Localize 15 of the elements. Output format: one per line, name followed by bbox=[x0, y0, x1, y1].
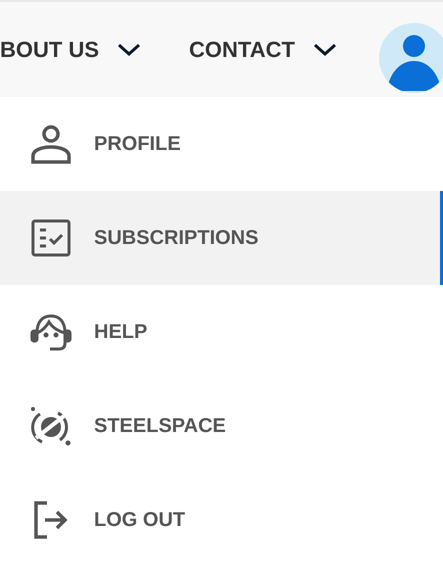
person-icon bbox=[30, 124, 72, 164]
menu-item-label: LOG OUT bbox=[94, 508, 186, 533]
menu-item-label: STEELSPACE bbox=[94, 414, 226, 439]
nav-menu-button[interactable]: CONTACT bbox=[189, 33, 337, 66]
orbit-icon bbox=[30, 406, 72, 446]
headset-face-icon bbox=[30, 313, 72, 351]
menu-item[interactable]: SUBSCRIPTIONS bbox=[0, 191, 443, 285]
nav-menu-button[interactable]: BOUT US bbox=[0, 33, 141, 66]
menu-item-label: PROFILE bbox=[94, 132, 181, 157]
logout-icon bbox=[33, 501, 69, 539]
checklist-icon bbox=[31, 219, 71, 257]
chevron-down-icon bbox=[117, 42, 141, 56]
menu-item-label: HELP bbox=[94, 320, 148, 345]
menu-item-label: SUBSCRIPTIONS bbox=[94, 226, 258, 251]
chevron-down-icon bbox=[312, 42, 337, 56]
